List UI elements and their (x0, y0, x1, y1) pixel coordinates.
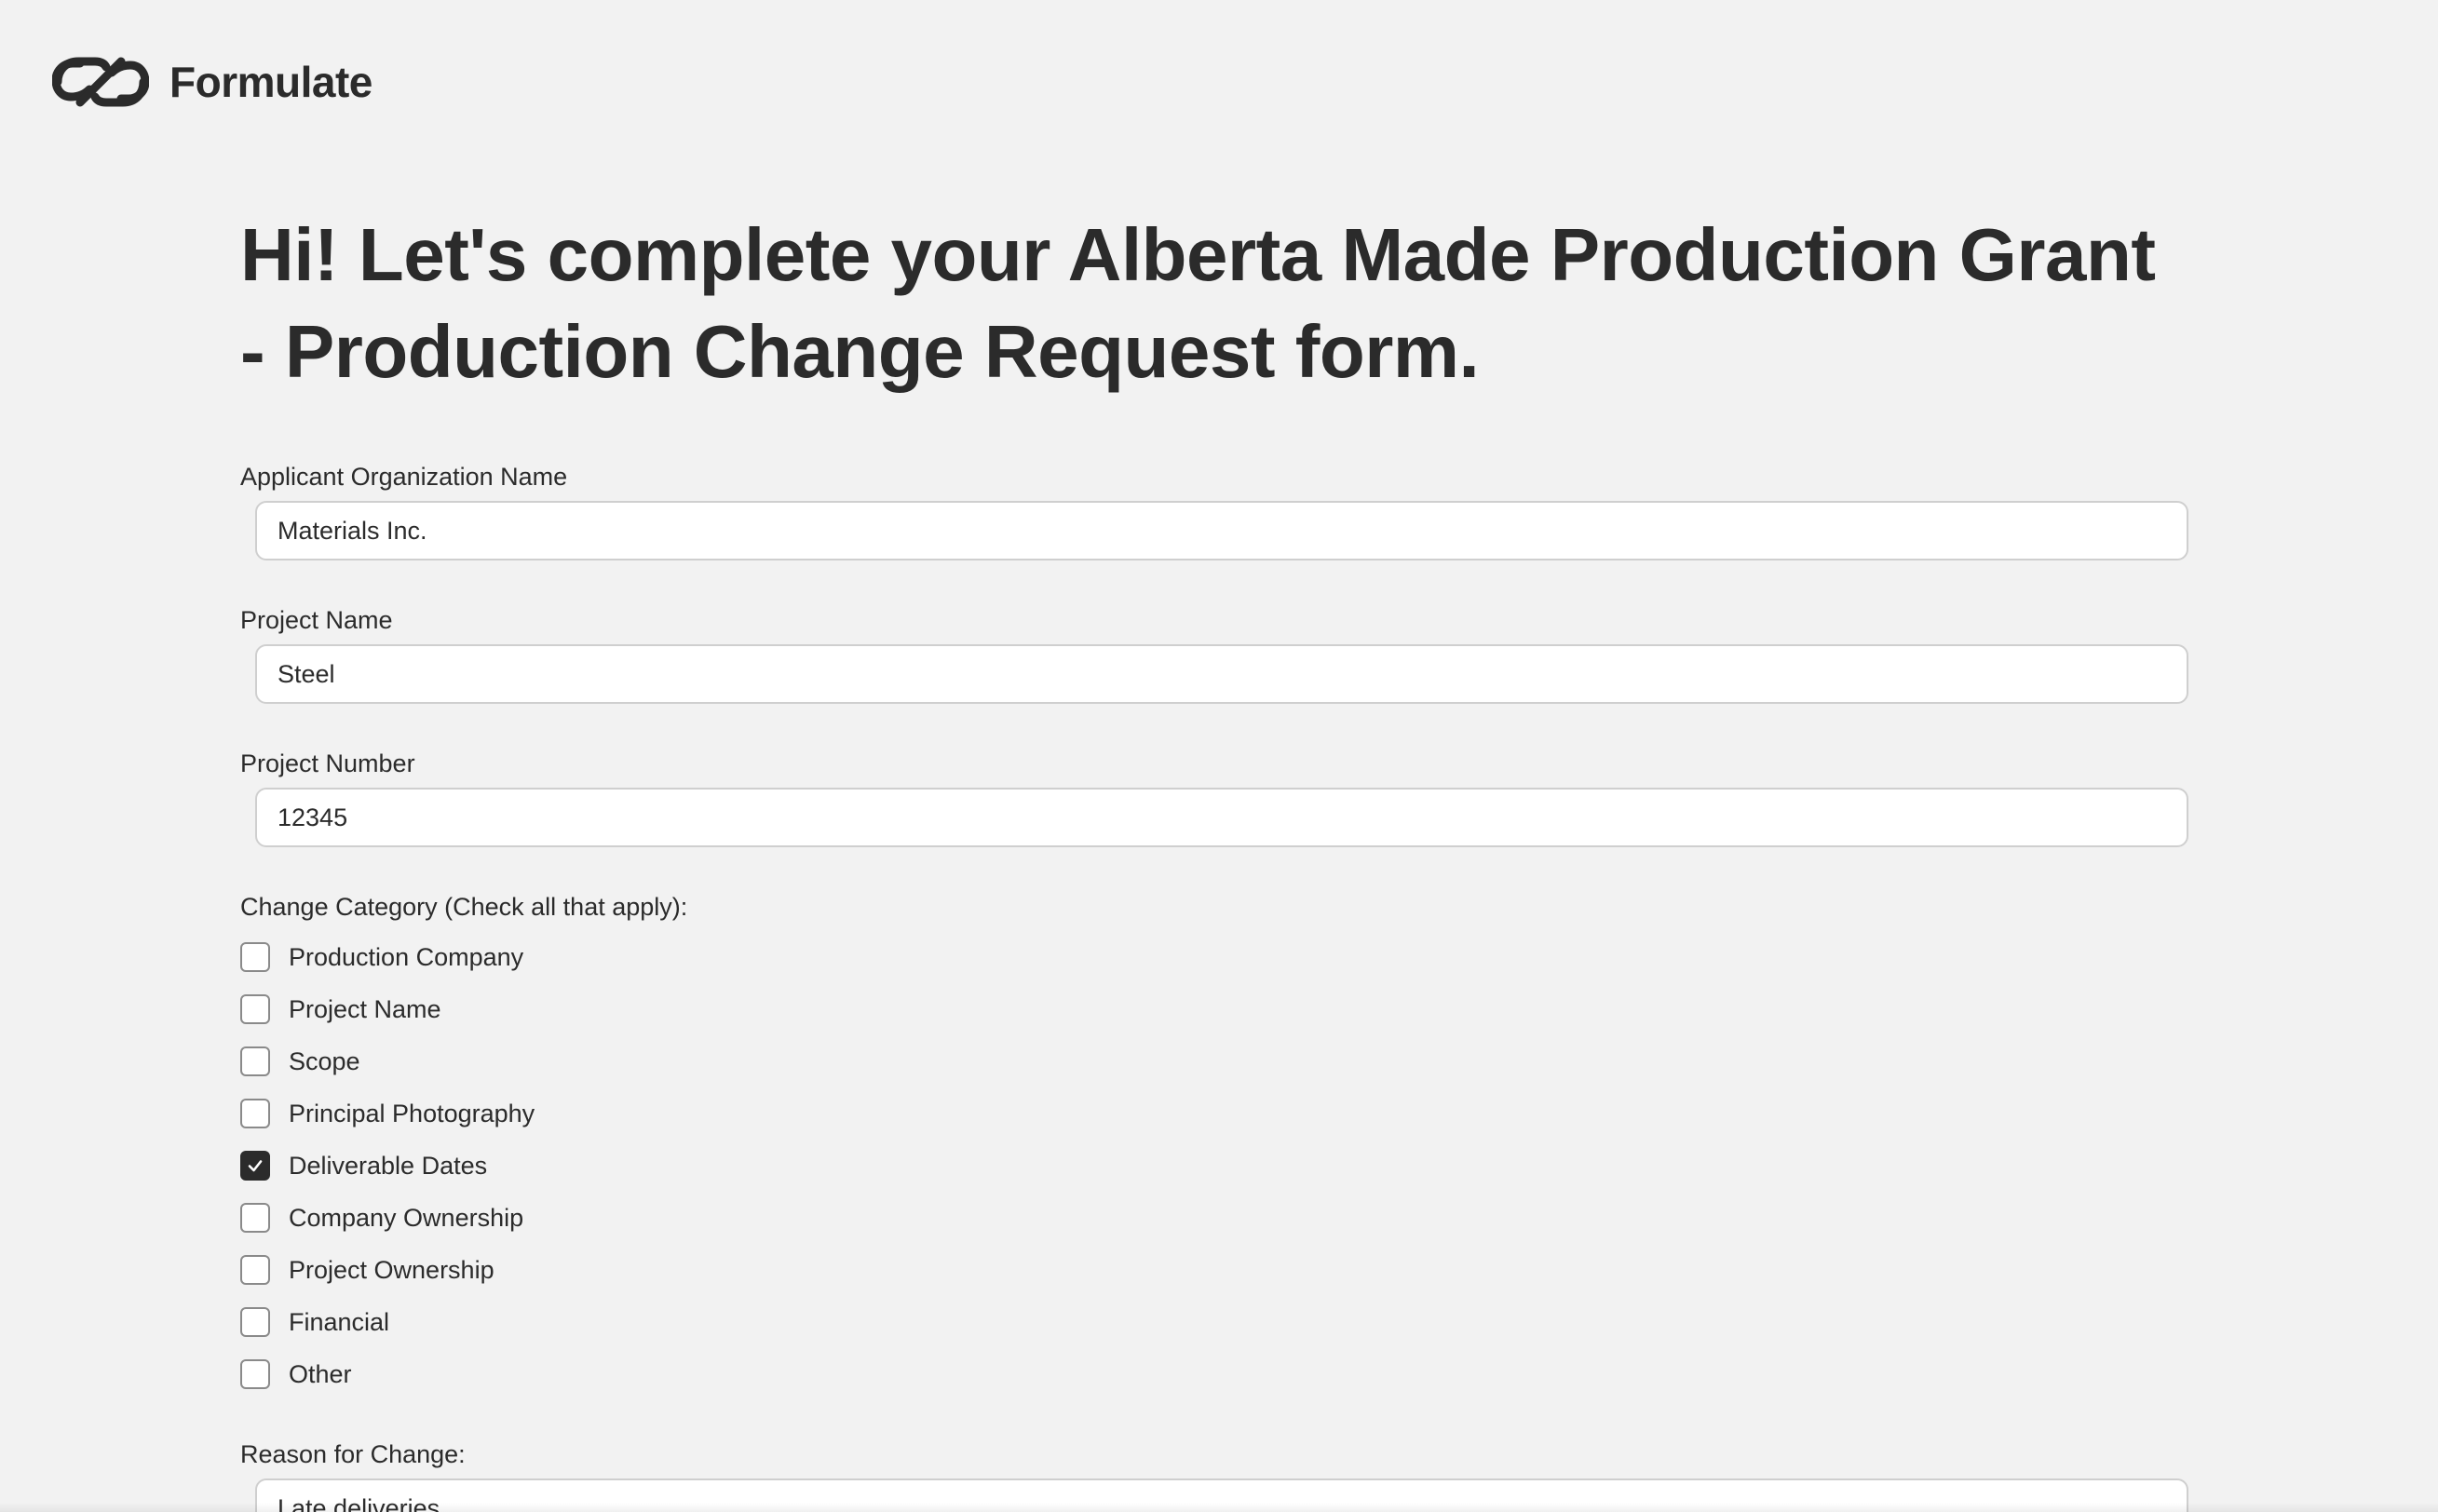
org-name-group: Applicant Organization Name (240, 462, 2188, 560)
checkbox-label: Financial (289, 1307, 390, 1336)
checkbox-row[interactable]: Project Name (240, 983, 2188, 1035)
checkbox-row[interactable]: Production Company (240, 931, 2188, 983)
checkbox-label: Other (289, 1359, 352, 1388)
checkbox-label: Project Name (289, 994, 441, 1023)
change-category-label: Change Category (Check all that apply): (240, 893, 688, 921)
reason-label: Reason for Change: (240, 1440, 466, 1468)
project-name-input[interactable] (255, 644, 2188, 704)
project-name-group: Project Name (240, 605, 2188, 704)
checkbox-label: Principal Photography (289, 1099, 535, 1127)
form-title: Hi! Let's complete your Alberta Made Pro… (240, 213, 2156, 393)
checkbox[interactable] (240, 994, 270, 1024)
checkbox-label: Company Ownership (289, 1203, 524, 1232)
org-name-label: Applicant Organization Name (240, 463, 568, 491)
checkbox-row[interactable]: Principal Photography (240, 1087, 2188, 1140)
checkbox-row[interactable]: Scope (240, 1035, 2188, 1087)
bottom-scroll-shadow (0, 1503, 2438, 1512)
org-name-input[interactable] (255, 501, 2188, 560)
checkbox-row[interactable]: Other (240, 1348, 2188, 1400)
checkbox[interactable] (240, 942, 270, 972)
checkbox-row[interactable]: Financial (240, 1296, 2188, 1348)
checkbox[interactable] (240, 1151, 270, 1181)
checkbox[interactable] (240, 1099, 270, 1128)
checkbox[interactable] (240, 1359, 270, 1389)
checkbox-row[interactable]: Company Ownership (240, 1192, 2188, 1244)
project-number-label: Project Number (240, 749, 415, 777)
checkbox[interactable] (240, 1203, 270, 1233)
change-category-group: Change Category (Check all that apply): … (240, 892, 2188, 1400)
brand-name: Formulate (169, 58, 372, 106)
checkbox[interactable] (240, 1046, 270, 1076)
checkbox[interactable] (240, 1255, 270, 1285)
checkbox[interactable] (240, 1307, 270, 1337)
project-number-group: Project Number (240, 749, 2188, 847)
checkbox-label: Project Ownership (289, 1255, 494, 1284)
infinity-link-logo-icon (52, 57, 149, 107)
checkbox-row[interactable]: Deliverable Dates (240, 1140, 2188, 1192)
checkbox-label: Production Company (289, 942, 524, 971)
page: Formulate Hi! Let's complete your Albert… (0, 0, 2438, 1512)
form-container: Hi! Let's complete your Alberta Made Pro… (240, 207, 2188, 1512)
checkbox-label: Deliverable Dates (289, 1151, 488, 1180)
checkbox-label: Scope (289, 1046, 360, 1075)
checkbox-row[interactable]: Project Ownership (240, 1244, 2188, 1296)
change-category-list: Production Company Project Name Scope Princ… (240, 931, 2188, 1400)
project-number-input[interactable] (255, 788, 2188, 847)
project-name-label: Project Name (240, 606, 393, 634)
reason-group: Reason for Change: (240, 1439, 2188, 1512)
brand-header[interactable]: Formulate (52, 52, 372, 112)
checkmark-icon (248, 1160, 263, 1172)
